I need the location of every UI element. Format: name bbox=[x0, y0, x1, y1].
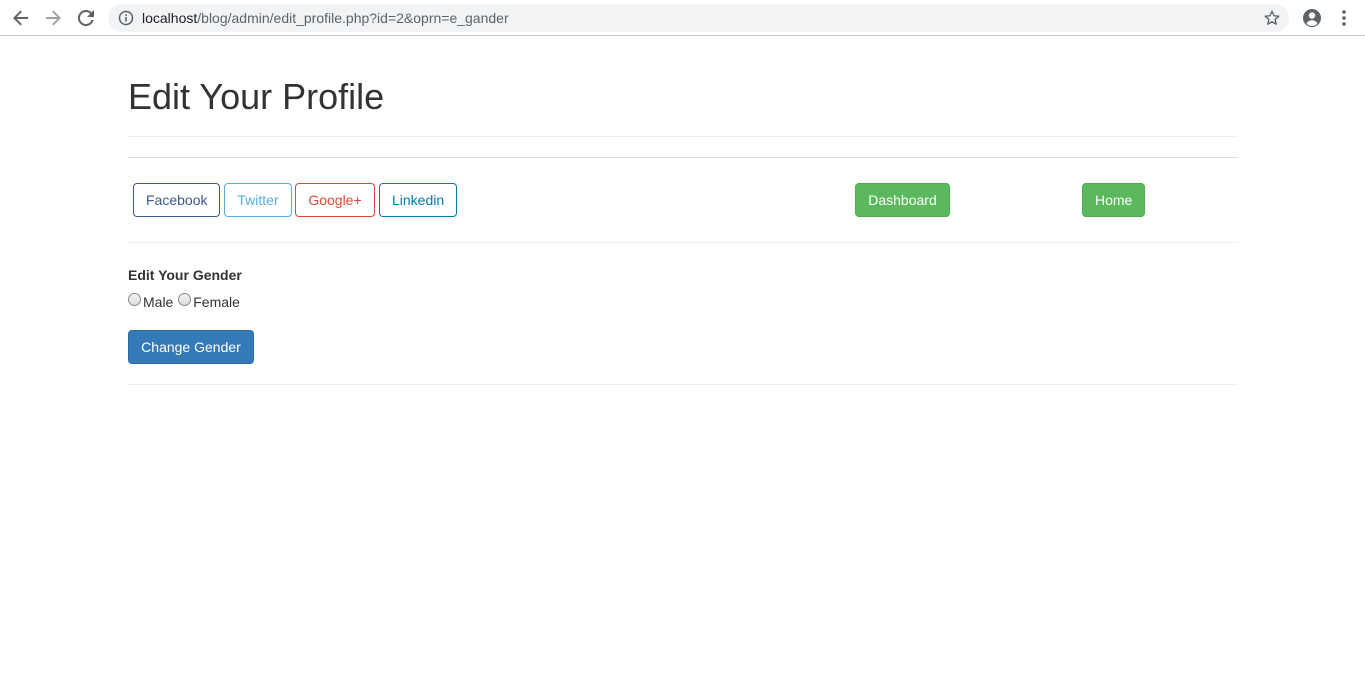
home-button[interactable]: Home bbox=[1082, 183, 1145, 217]
menu-icon[interactable] bbox=[1336, 8, 1352, 28]
change-gender-button[interactable]: Change Gender bbox=[128, 330, 254, 364]
url-text: localhost/blog/admin/edit_profile.php?id… bbox=[142, 10, 509, 26]
facebook-button[interactable]: Facebook bbox=[133, 183, 220, 217]
divider bbox=[128, 157, 1238, 158]
male-radio[interactable] bbox=[128, 293, 141, 306]
gender-label: Edit Your Gender bbox=[128, 267, 242, 283]
browser-toolbar: localhost/blog/admin/edit_profile.php?id… bbox=[0, 0, 1365, 36]
info-icon[interactable] bbox=[118, 10, 134, 26]
star-icon[interactable] bbox=[1263, 9, 1281, 27]
url-host: localhost bbox=[142, 10, 198, 26]
back-arrow-icon[interactable] bbox=[9, 6, 33, 30]
url-path: /blog/admin/edit_profile.php?id=2&oprn=e… bbox=[197, 10, 509, 26]
twitter-button[interactable]: Twitter bbox=[224, 183, 292, 217]
page-title: Edit Your Profile bbox=[128, 76, 385, 117]
male-radio-label: Male bbox=[143, 294, 174, 310]
female-radio-label: Female bbox=[193, 294, 240, 310]
reload-icon[interactable] bbox=[74, 6, 98, 30]
profile-icon[interactable] bbox=[1302, 8, 1322, 28]
divider bbox=[128, 384, 1238, 385]
divider bbox=[128, 136, 1238, 137]
google-plus-button[interactable]: Google+ bbox=[295, 183, 375, 217]
forward-arrow-icon[interactable] bbox=[41, 6, 65, 30]
dashboard-button[interactable]: Dashboard bbox=[855, 183, 950, 217]
female-radio[interactable] bbox=[178, 293, 192, 306]
divider bbox=[128, 242, 1238, 243]
gender-options: Male Female bbox=[128, 292, 241, 312]
linkedin-button[interactable]: Linkedin bbox=[379, 183, 457, 217]
address-bar[interactable]: localhost/blog/admin/edit_profile.php?id… bbox=[108, 4, 1289, 32]
